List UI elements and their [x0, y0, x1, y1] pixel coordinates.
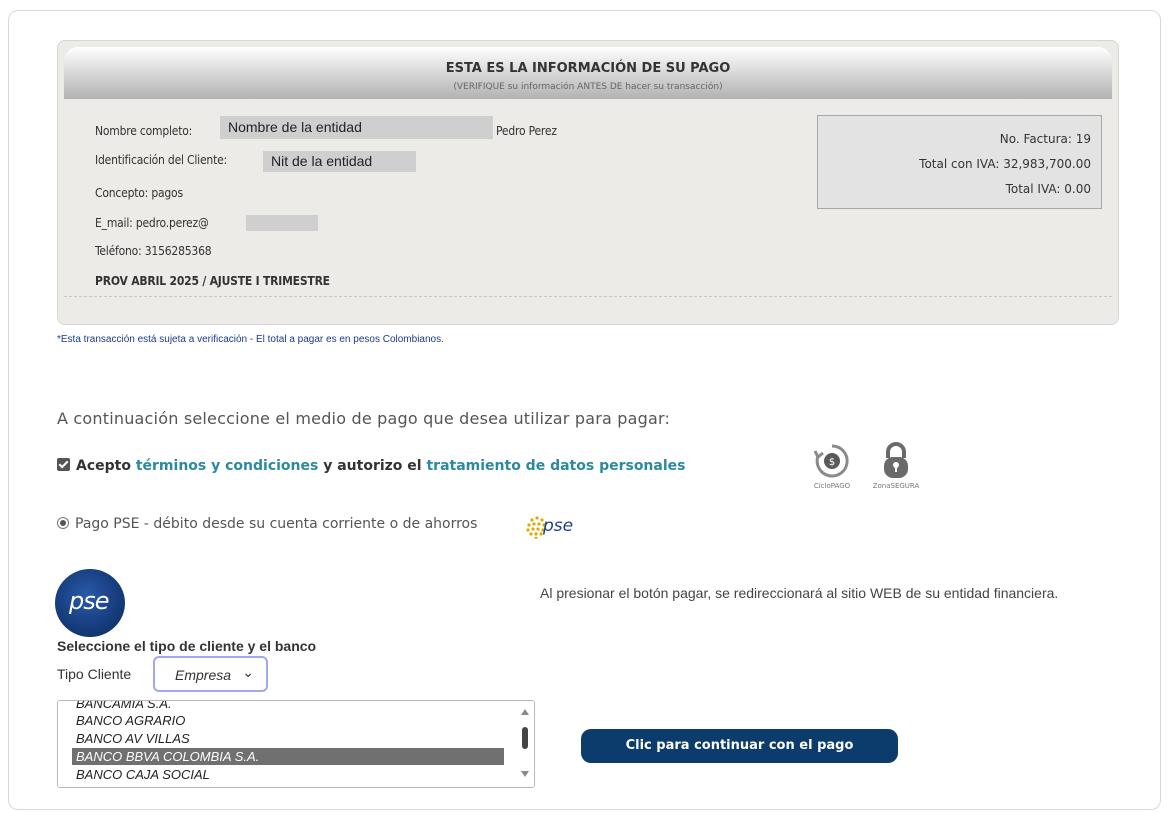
ciclo-pago-label: CicloPAGO: [813, 482, 851, 490]
pse-radio[interactable]: [57, 517, 69, 529]
client-type-label: Tipo Cliente: [57, 666, 132, 682]
id-label: Identificación del Cliente:: [95, 153, 227, 167]
verification-note: *Esta transacción está sujeta a verifica…: [57, 334, 444, 345]
pse-small-text: pse: [543, 516, 574, 536]
divider: [64, 296, 1112, 297]
bank-list-scrollbar[interactable]: [516, 701, 534, 787]
lock-icon: [884, 442, 908, 478]
payment-info-panel: ESTA ES LA INFORMACIÓN DE SU PAGO (VERIF…: [57, 40, 1119, 325]
data-policy-link[interactable]: tratamiento de datos personales: [426, 458, 685, 474]
pse-logo: pse: [55, 569, 125, 637]
info-title: ESTA ES LA INFORMACIÓN DE SU PAGO: [445, 61, 731, 76]
chevron-down-icon: ⌄: [242, 664, 254, 680]
client-type-select[interactable]: Empresa ⌄: [153, 656, 268, 692]
consent-middle: y autorizo el: [323, 458, 422, 474]
zona-segura-label: ZonaSEGURA: [872, 482, 920, 490]
name-label: Nombre completo:: [95, 124, 193, 138]
consent-prefix: Acepto: [76, 458, 131, 474]
consent-row: Acepto términos y condiciones y autorizo…: [57, 458, 685, 474]
consent-checkbox[interactable]: [57, 458, 70, 471]
scroll-thumb[interactable]: [522, 727, 528, 749]
id-masked: Nit de la entidad: [263, 151, 416, 172]
total-tax: Total IVA: 0.00: [1005, 182, 1091, 196]
bank-list[interactable]: BANCAMIA S.A. BANCO AGRARIO BANCO AV VIL…: [57, 700, 535, 788]
bank-selection-title: Seleccione el tipo de cliente y el banco: [57, 638, 317, 654]
bank-item-selected[interactable]: BANCO BBVA COLOMBIA S.A.: [72, 748, 504, 765]
pse-option-label: Pago PSE - débito desde su cuenta corrie…: [75, 516, 478, 532]
email-text: E_mail: pedro.perez@: [95, 216, 209, 230]
ciclo-pago-badge: $ CicloPAGO: [808, 442, 856, 490]
pse-logo-text: pse: [69, 587, 110, 615]
terms-link[interactable]: términos y condiciones: [136, 458, 319, 474]
pse-small-logo: pse: [525, 515, 595, 541]
total-with-tax: Total con IVA: 32,983,700.00: [919, 157, 1091, 171]
name-masked: Nombre de la entidad: [220, 116, 493, 139]
info-header: ESTA ES LA INFORMACIÓN DE SU PAGO (VERIF…: [64, 47, 1112, 99]
email-mask: [246, 215, 318, 231]
period-text: PROV ABRIL 2025 / AJUSTE I TRIMESTRE: [95, 274, 330, 288]
payment-instruction: A continuación seleccione el medio de pa…: [57, 409, 671, 428]
bank-item[interactable]: BANCO CAJA SOCIAL: [72, 766, 504, 783]
info-subtitle: (VERIFIQUE su información ANTES DE hacer…: [453, 82, 723, 92]
zona-segura-badge: ZonaSEGURA: [870, 440, 922, 490]
redirect-note: Al presionar el botón pagar, se redirecc…: [540, 585, 1059, 601]
concept-text: Concepto: pagos: [95, 186, 183, 200]
scroll-down-icon[interactable]: [521, 771, 529, 777]
invoice-summary: No. Factura: 19 Total con IVA: 32,983,70…: [817, 115, 1102, 209]
scroll-up-icon[interactable]: [521, 709, 529, 715]
bank-item[interactable]: BANCAMIA S.A.: [72, 701, 504, 712]
ciclo-pago-icon: $: [813, 444, 849, 478]
invoice-number: No. Factura: 19: [999, 132, 1091, 146]
bank-item[interactable]: BANCO AGRARIO: [72, 712, 504, 729]
svg-text:$: $: [829, 457, 835, 468]
client-type-value: Empresa: [175, 667, 232, 683]
bank-item[interactable]: BANCO AV VILLAS: [72, 730, 504, 747]
pse-option[interactable]: Pago PSE - débito desde su cuenta corrie…: [57, 516, 477, 532]
phone-text: Teléfono: 3156285368: [95, 244, 212, 258]
name-value: Pedro Perez: [496, 124, 557, 138]
continue-payment-button[interactable]: Clic para continuar con el pago: [581, 729, 898, 763]
